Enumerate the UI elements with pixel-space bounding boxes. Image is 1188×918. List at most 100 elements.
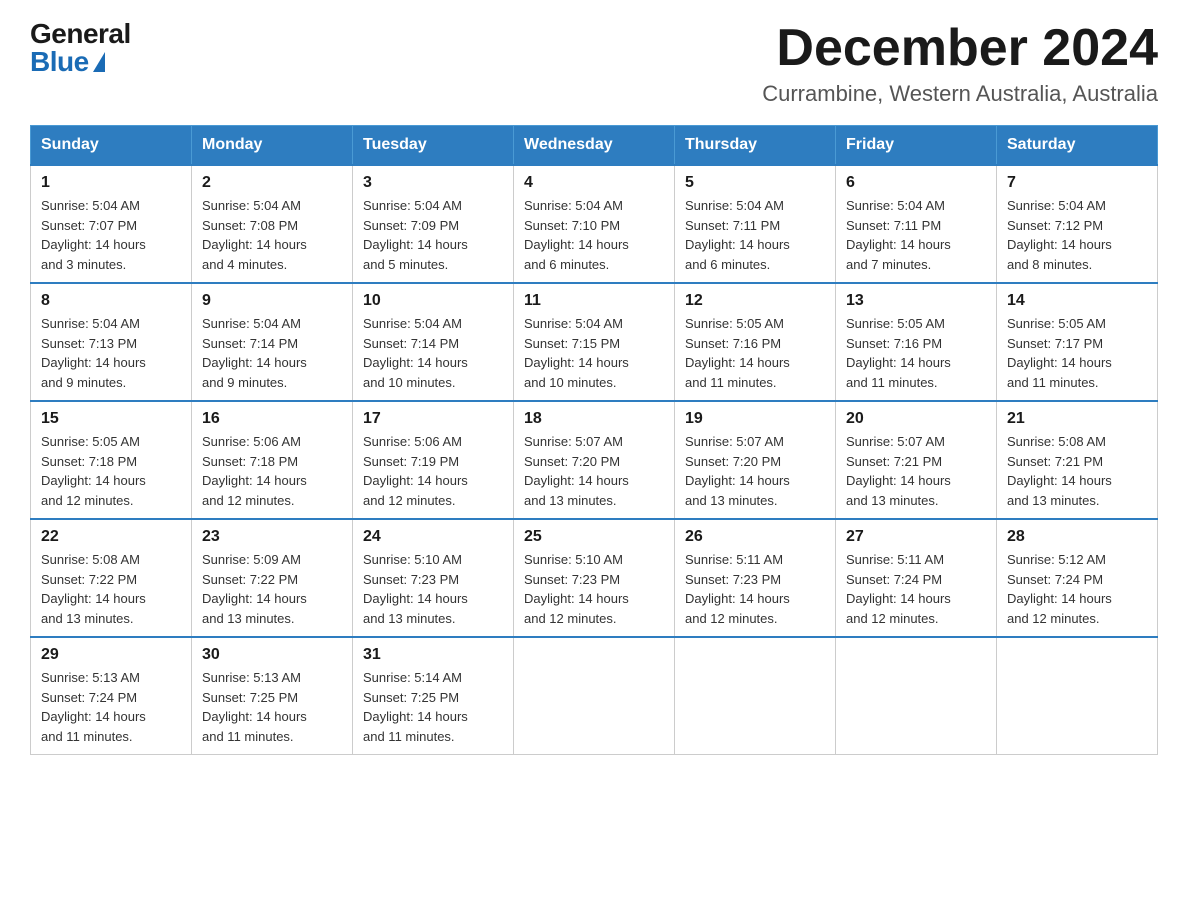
calendar-cell: 12 Sunrise: 5:05 AMSunset: 7:16 PMDayligh… xyxy=(675,283,836,401)
col-header-tuesday: Tuesday xyxy=(353,126,514,166)
day-number: 11 xyxy=(524,292,664,310)
day-info: Sunrise: 5:10 AMSunset: 7:23 PMDaylight:… xyxy=(363,550,503,628)
calendar-cell: 14Sunrise: 5:05 AMSunset: 7:17 PMDayligh… xyxy=(997,283,1158,401)
calendar-cell xyxy=(836,637,997,755)
calendar-week-row: 22 Sunrise: 5:08 AMSunset: 7:22 PMDayligh… xyxy=(31,519,1158,637)
logo-general-text: General xyxy=(30,20,131,48)
calendar-cell: 21 Sunrise: 5:08 AMSunset: 7:21 PMDayligh… xyxy=(997,401,1158,519)
day-info: Sunrise: 5:11 AMSunset: 7:23 PMDaylight:… xyxy=(685,550,825,628)
calendar-cell: 11 Sunrise: 5:04 AMSunset: 7:15 PMDayligh… xyxy=(514,283,675,401)
day-info: Sunrise: 5:08 AMSunset: 7:21 PMDaylight:… xyxy=(1007,432,1147,510)
calendar-cell: 10Sunrise: 5:04 AMSunset: 7:14 PMDayligh… xyxy=(353,283,514,401)
day-number: 25 xyxy=(524,528,664,546)
day-info: Sunrise: 5:04 AMSunset: 7:11 PMDaylight:… xyxy=(685,196,825,274)
day-number: 9 xyxy=(202,292,342,310)
day-info: Sunrise: 5:05 AMSunset: 7:16 PMDaylight:… xyxy=(846,314,986,392)
day-info: Sunrise: 5:11 AMSunset: 7:24 PMDaylight:… xyxy=(846,550,986,628)
calendar-cell: 7Sunrise: 5:04 AMSunset: 7:12 PMDaylight… xyxy=(997,165,1158,283)
day-info: Sunrise: 5:07 AMSunset: 7:20 PMDaylight:… xyxy=(524,432,664,510)
calendar-cell: 16 Sunrise: 5:06 AMSunset: 7:18 PMDayligh… xyxy=(192,401,353,519)
logo: General Blue xyxy=(30,20,131,76)
title-section: December 2024 Currambine, Western Austra… xyxy=(762,20,1158,107)
calendar-week-row: 15 Sunrise: 5:05 AMSunset: 7:18 PMDayligh… xyxy=(31,401,1158,519)
day-info: Sunrise: 5:04 AMSunset: 7:07 PMDaylight:… xyxy=(41,196,181,274)
calendar-cell: 30 Sunrise: 5:13 AMSunset: 7:25 PMDayligh… xyxy=(192,637,353,755)
day-info: Sunrise: 5:04 AMSunset: 7:11 PMDaylight:… xyxy=(846,196,986,274)
day-number: 13 xyxy=(846,292,986,310)
day-info: Sunrise: 5:06 AMSunset: 7:18 PMDaylight:… xyxy=(202,432,342,510)
calendar-cell: 23 Sunrise: 5:09 AMSunset: 7:22 PMDayligh… xyxy=(192,519,353,637)
day-number: 2 xyxy=(202,174,342,192)
calendar-table: SundayMondayTuesdayWednesdayThursdayFrid… xyxy=(30,125,1158,755)
day-number: 26 xyxy=(685,528,825,546)
day-number: 17 xyxy=(363,410,503,428)
col-header-wednesday: Wednesday xyxy=(514,126,675,166)
day-info: Sunrise: 5:13 AMSunset: 7:25 PMDaylight:… xyxy=(202,668,342,746)
month-title: December 2024 xyxy=(762,20,1158,77)
day-number: 21 xyxy=(1007,410,1147,428)
logo-blue-text: Blue xyxy=(30,48,105,76)
day-number: 4 xyxy=(524,174,664,192)
day-number: 31 xyxy=(363,646,503,664)
calendar-cell: 24 Sunrise: 5:10 AMSunset: 7:23 PMDayligh… xyxy=(353,519,514,637)
calendar-header-row: SundayMondayTuesdayWednesdayThursdayFrid… xyxy=(31,126,1158,166)
calendar-cell: 9 Sunrise: 5:04 AMSunset: 7:14 PMDaylight… xyxy=(192,283,353,401)
day-number: 1 xyxy=(41,174,181,192)
day-number: 3 xyxy=(363,174,503,192)
day-number: 6 xyxy=(846,174,986,192)
calendar-cell xyxy=(675,637,836,755)
calendar-cell: 20 Sunrise: 5:07 AMSunset: 7:21 PMDayligh… xyxy=(836,401,997,519)
day-info: Sunrise: 5:04 AMSunset: 7:13 PMDaylight:… xyxy=(41,314,181,392)
calendar-cell xyxy=(997,637,1158,755)
calendar-cell: 17 Sunrise: 5:06 AMSunset: 7:19 PMDayligh… xyxy=(353,401,514,519)
day-info: Sunrise: 5:12 AMSunset: 7:24 PMDaylight:… xyxy=(1007,550,1147,628)
day-number: 28 xyxy=(1007,528,1147,546)
day-info: Sunrise: 5:07 AMSunset: 7:20 PMDaylight:… xyxy=(685,432,825,510)
calendar-cell: 2 Sunrise: 5:04 AMSunset: 7:08 PMDaylight… xyxy=(192,165,353,283)
day-info: Sunrise: 5:04 AMSunset: 7:15 PMDaylight:… xyxy=(524,314,664,392)
day-number: 15 xyxy=(41,410,181,428)
day-number: 23 xyxy=(202,528,342,546)
col-header-friday: Friday xyxy=(836,126,997,166)
day-info: Sunrise: 5:04 AMSunset: 7:12 PMDaylight:… xyxy=(1007,196,1147,274)
day-number: 22 xyxy=(41,528,181,546)
calendar-week-row: 29 Sunrise: 5:13 AMSunset: 7:24 PMDayligh… xyxy=(31,637,1158,755)
day-number: 12 xyxy=(685,292,825,310)
calendar-cell: 1 Sunrise: 5:04 AMSunset: 7:07 PMDaylight… xyxy=(31,165,192,283)
calendar-cell: 18Sunrise: 5:07 AMSunset: 7:20 PMDayligh… xyxy=(514,401,675,519)
day-number: 20 xyxy=(846,410,986,428)
day-number: 16 xyxy=(202,410,342,428)
day-number: 8 xyxy=(41,292,181,310)
day-number: 30 xyxy=(202,646,342,664)
calendar-cell: 26 Sunrise: 5:11 AMSunset: 7:23 PMDayligh… xyxy=(675,519,836,637)
day-info: Sunrise: 5:05 AMSunset: 7:18 PMDaylight:… xyxy=(41,432,181,510)
location-title: Currambine, Western Australia, Australia xyxy=(762,81,1158,107)
day-number: 29 xyxy=(41,646,181,664)
calendar-cell: 29 Sunrise: 5:13 AMSunset: 7:24 PMDayligh… xyxy=(31,637,192,755)
col-header-sunday: Sunday xyxy=(31,126,192,166)
day-info: Sunrise: 5:04 AMSunset: 7:10 PMDaylight:… xyxy=(524,196,664,274)
day-info: Sunrise: 5:04 AMSunset: 7:08 PMDaylight:… xyxy=(202,196,342,274)
day-info: Sunrise: 5:04 AMSunset: 7:09 PMDaylight:… xyxy=(363,196,503,274)
logo-triangle-icon xyxy=(93,52,105,72)
day-info: Sunrise: 5:04 AMSunset: 7:14 PMDaylight:… xyxy=(202,314,342,392)
calendar-cell: 28 Sunrise: 5:12 AMSunset: 7:24 PMDayligh… xyxy=(997,519,1158,637)
day-info: Sunrise: 5:14 AMSunset: 7:25 PMDaylight:… xyxy=(363,668,503,746)
calendar-cell: 19Sunrise: 5:07 AMSunset: 7:20 PMDayligh… xyxy=(675,401,836,519)
day-info: Sunrise: 5:05 AMSunset: 7:16 PMDaylight:… xyxy=(685,314,825,392)
day-info: Sunrise: 5:09 AMSunset: 7:22 PMDaylight:… xyxy=(202,550,342,628)
calendar-cell: 27Sunrise: 5:11 AMSunset: 7:24 PMDayligh… xyxy=(836,519,997,637)
calendar-cell: 15 Sunrise: 5:05 AMSunset: 7:18 PMDayligh… xyxy=(31,401,192,519)
calendar-cell xyxy=(514,637,675,755)
day-number: 24 xyxy=(363,528,503,546)
day-info: Sunrise: 5:08 AMSunset: 7:22 PMDaylight:… xyxy=(41,550,181,628)
calendar-cell: 13 Sunrise: 5:05 AMSunset: 7:16 PMDayligh… xyxy=(836,283,997,401)
calendar-cell: 31 Sunrise: 5:14 AMSunset: 7:25 PMDayligh… xyxy=(353,637,514,755)
col-header-thursday: Thursday xyxy=(675,126,836,166)
day-info: Sunrise: 5:13 AMSunset: 7:24 PMDaylight:… xyxy=(41,668,181,746)
day-info: Sunrise: 5:06 AMSunset: 7:19 PMDaylight:… xyxy=(363,432,503,510)
day-info: Sunrise: 5:07 AMSunset: 7:21 PMDaylight:… xyxy=(846,432,986,510)
calendar-week-row: 8 Sunrise: 5:04 AMSunset: 7:13 PMDaylight… xyxy=(31,283,1158,401)
day-info: Sunrise: 5:10 AMSunset: 7:23 PMDaylight:… xyxy=(524,550,664,628)
col-header-saturday: Saturday xyxy=(997,126,1158,166)
